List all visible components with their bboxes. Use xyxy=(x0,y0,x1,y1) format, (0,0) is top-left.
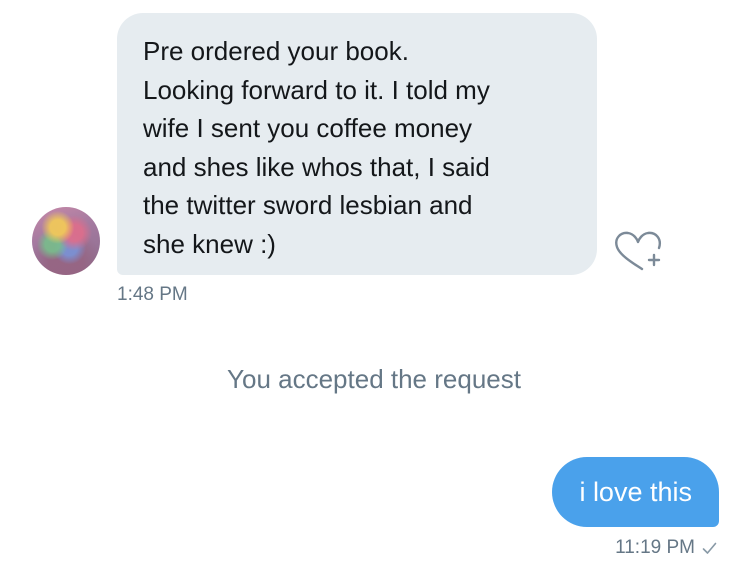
checkmark-icon xyxy=(702,542,717,554)
outgoing-meta: 11:19 PM xyxy=(615,537,717,559)
avatar[interactable] xyxy=(32,207,100,275)
system-message: You accepted the request xyxy=(227,364,521,394)
incoming-message-bubble[interactable]: Pre ordered your book. Looking forward t… xyxy=(117,13,597,275)
incoming-timestamp: 1:48 PM xyxy=(117,284,188,305)
outgoing-timestamp: 11:19 PM xyxy=(615,537,695,558)
heart-plus-icon[interactable] xyxy=(612,229,664,275)
outgoing-message-bubble[interactable]: i love this xyxy=(552,457,719,527)
